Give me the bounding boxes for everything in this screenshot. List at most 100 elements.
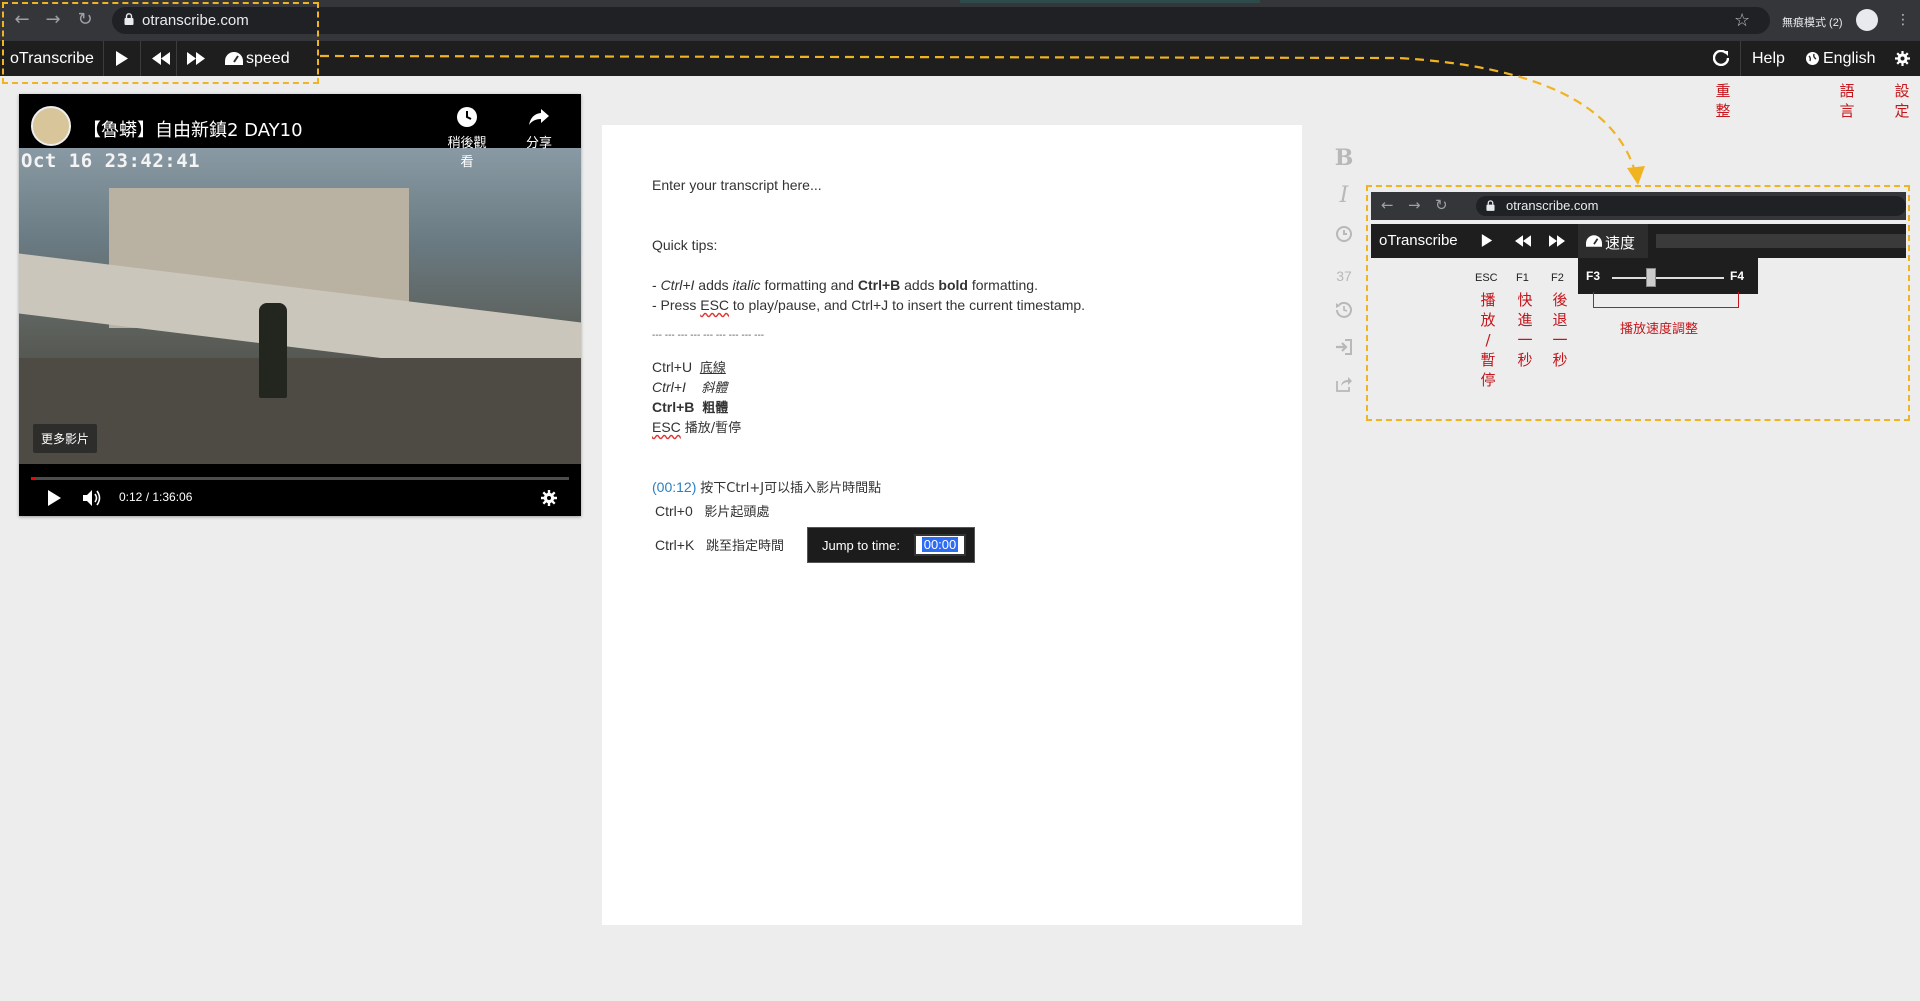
jump-time-value: 00:00 — [921, 537, 959, 552]
annotation-char: 重 — [1715, 82, 1731, 100]
tips-heading[interactable]: Quick tips: — [652, 237, 717, 253]
tip-key-ctrl-b: Ctrl+B — [857, 277, 901, 293]
transcript-editor[interactable]: Enter your transcript here... Quick tips… — [602, 125, 1302, 925]
chrome-menu-icon[interactable]: ⋮ — [1896, 12, 1910, 28]
shortcut-underline[interactable]: Ctrl+U 底線 — [652, 357, 726, 376]
video-title[interactable]: 【魯蟒】自由新鎮2 DAY10 — [83, 116, 303, 142]
share-icon — [529, 109, 549, 125]
video-scene-character — [259, 303, 287, 398]
tip-text: - Press — [652, 297, 701, 313]
inset-url: otranscribe.com — [1506, 198, 1599, 213]
video-overlay-timestamp: Oct 16 23:42:41 — [21, 150, 201, 172]
italic-button[interactable]: I — [1332, 183, 1356, 208]
inset-back-icon: ← — [1381, 196, 1394, 214]
annotation-char: 一 — [1517, 331, 1533, 349]
inset-rewind-icon — [1515, 235, 1531, 247]
tip-text: adds — [900, 277, 939, 293]
jump-time-input[interactable]: 00:00 — [914, 534, 966, 556]
import-icon[interactable] — [1332, 338, 1356, 356]
watch-later-button[interactable]: 稍後觀看 — [442, 106, 492, 170]
inset-lock-icon — [1486, 200, 1495, 211]
annotation-char: 退 — [1552, 311, 1568, 329]
annotation-char: 秒 — [1552, 351, 1568, 369]
inset-speedometer-icon — [1586, 235, 1602, 247]
inset-speed-label: 速度 — [1605, 234, 1636, 252]
esc-annotation: 播 放 / 暫 停 — [1479, 290, 1497, 390]
video-progress-fill — [31, 477, 37, 480]
ctrlk-line[interactable]: Ctrl+K 跳至指定時間 — [655, 535, 784, 554]
video-player[interactable]: Oct 16 23:42:41 【魯蟒】自由新鎮2 DAY10 稍後觀看 分享 … — [19, 94, 581, 516]
video-time: 0:12 / 1:36:06 — [119, 490, 193, 504]
video-play-icon[interactable] — [47, 490, 61, 506]
annotation-char: 快 — [1517, 291, 1533, 309]
placeholder-text[interactable]: Enter your transcript here... — [652, 177, 822, 193]
bold-button[interactable]: B — [1332, 145, 1356, 171]
timestamp-icon[interactable] — [1332, 225, 1356, 243]
divider-line: --- --- --- --- --- --- --- --- --- — [652, 330, 765, 341]
annotation-char: 播 — [1480, 291, 1496, 309]
volume-icon[interactable] — [83, 490, 103, 506]
gear-icon[interactable] — [1895, 51, 1910, 66]
inset-slider-track — [1612, 277, 1724, 279]
more-videos-button[interactable]: 更多影片 — [33, 424, 98, 453]
timestamp-line[interactable]: (00:12) 按下Ctrl+J可以插入影片時間點 — [652, 477, 881, 496]
tip-line-1[interactable]: - Ctrl+I adds italic formatting and Ctrl… — [652, 277, 1038, 293]
shortcut-desc: 影片起頭處 — [704, 505, 770, 520]
inset-reload-icon: ↻ — [1435, 196, 1448, 214]
annotation-char: 整 — [1715, 102, 1731, 120]
incognito-icon[interactable] — [1856, 9, 1878, 31]
shortcut-desc: 斜體 — [701, 381, 728, 396]
tip-text: formatting. — [967, 277, 1038, 293]
video-frame — [19, 148, 581, 464]
tip-italic-word: italic — [732, 277, 761, 293]
inset-brand: oTranscribe — [1379, 232, 1458, 249]
inset-media-bar — [1656, 234, 1906, 248]
ctrl0-line[interactable]: Ctrl+0 影片起頭處 — [655, 501, 769, 520]
shortcut-esc[interactable]: ESC 播放/暫停 — [652, 417, 741, 436]
annotation-char: 後 — [1552, 291, 1568, 309]
key-f1: F1 — [1516, 272, 1529, 284]
language-button[interactable]: English — [1823, 41, 1875, 76]
annotation-highlight-box — [2, 2, 319, 84]
channel-avatar[interactable] — [31, 106, 71, 146]
globe-icon — [1806, 52, 1819, 65]
export-icon[interactable] — [1332, 375, 1356, 393]
tip-line-2[interactable]: - Press ESC to play/pause, and Ctrl+J to… — [652, 297, 1085, 313]
annotation-char: 進 — [1517, 311, 1533, 329]
history-icon[interactable] — [1332, 300, 1356, 318]
shortcut-key: Ctrl+0 — [655, 503, 693, 519]
help-button[interactable]: Help — [1752, 41, 1785, 76]
address-bar[interactable] — [112, 7, 1770, 34]
video-progress-bar[interactable] — [31, 477, 569, 480]
f2-annotation: 後 退 一 秒 — [1551, 290, 1569, 370]
shortcut-key: Ctrl+K — [655, 537, 695, 553]
video-settings-icon[interactable] — [541, 490, 557, 506]
language-annotation: 語 言 — [1838, 81, 1856, 121]
share-label: 分享 — [525, 136, 552, 151]
share-button[interactable]: 分享 — [519, 106, 559, 151]
inset-speed-slider-popup: F3 F4 — [1578, 258, 1758, 294]
inset-forward-icon: → — [1408, 196, 1421, 214]
tip-key-esc: ESC — [700, 297, 730, 313]
bookmark-star-icon[interactable]: ☆ — [1734, 10, 1750, 31]
refresh-icon[interactable] — [1713, 50, 1729, 66]
f1-annotation: 快 進 一 秒 — [1516, 290, 1534, 370]
shortcut-italic[interactable]: Ctrl+I 斜體 — [652, 377, 727, 396]
shortcut-desc: 底線 — [699, 361, 726, 376]
annotation-char: 語 — [1839, 82, 1855, 100]
incognito-label[interactable]: 無痕模式 (2) — [1782, 14, 1843, 30]
speed-caption: 播放速度調整 — [1620, 322, 1699, 337]
annotation-char: 停 — [1480, 371, 1496, 389]
shortcut-desc: 粗體 — [702, 401, 729, 416]
timestamp-desc: 按下Ctrl+J可以插入影片時間點 — [700, 481, 882, 496]
reload-annotation: 重 整 — [1714, 81, 1732, 121]
annotation-char: 言 — [1839, 102, 1855, 120]
shortcut-desc: 播放/暫停 — [684, 421, 742, 436]
timestamp-link[interactable]: (00:12) — [652, 479, 696, 495]
inset-speed-button: 速度 — [1578, 224, 1648, 258]
shortcut-bold[interactable]: Ctrl+B 粗體 — [652, 397, 728, 416]
shortcut-desc: 跳至指定時間 — [705, 539, 784, 554]
tip-text: to play/pause, and Ctrl+J to insert the … — [729, 297, 1086, 313]
shortcut-key: Ctrl+I — [652, 379, 686, 395]
annotation-char: 一 — [1552, 331, 1568, 349]
